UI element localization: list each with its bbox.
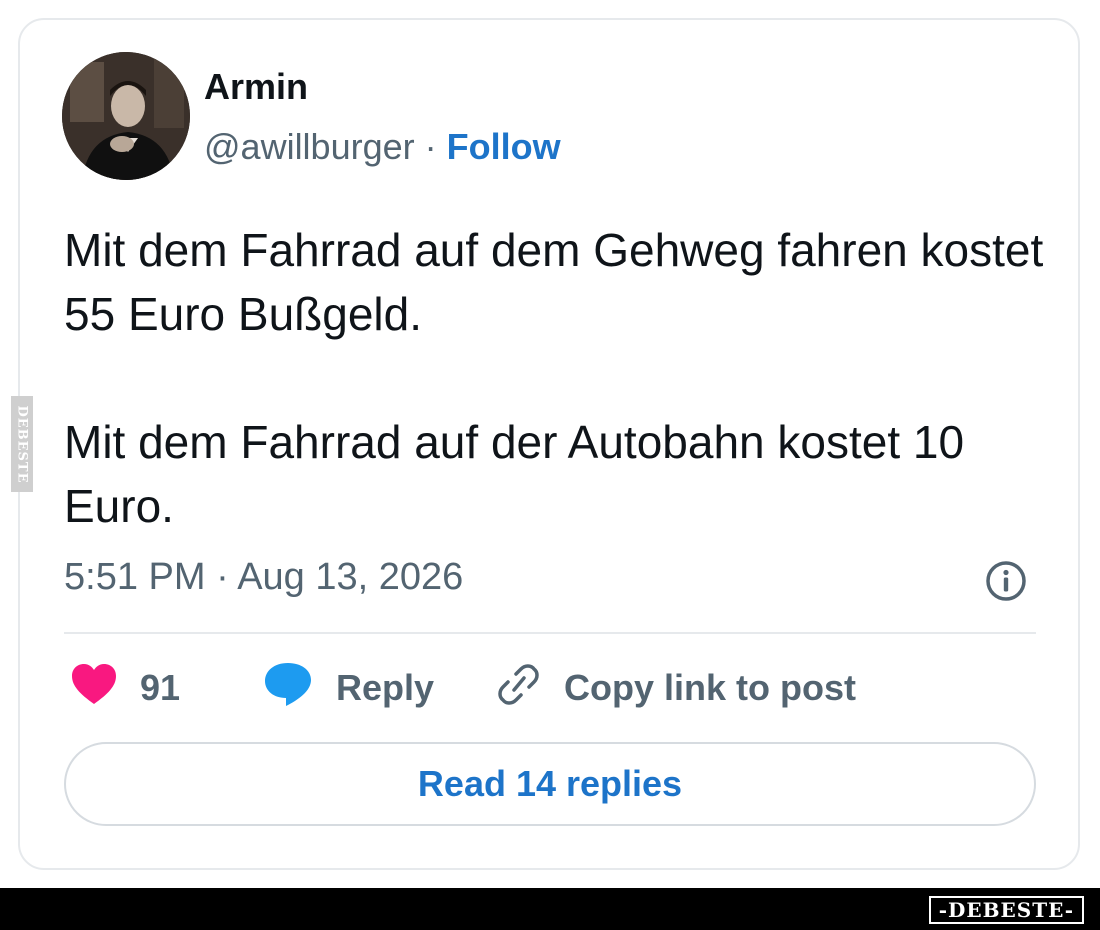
like-button[interactable]: 91 (70, 660, 180, 716)
read-replies-button[interactable]: Read 14 replies (64, 742, 1036, 826)
like-count: 91 (140, 667, 181, 708)
divider (64, 632, 1036, 634)
read-replies-label: Read 14 replies (417, 763, 683, 804)
handle-separator: · (424, 126, 437, 167)
tweet-paragraph: Mit dem Fahrrad auf dem Gehweg fahren ko… (64, 224, 1044, 340)
reply-button[interactable]: Reply (262, 660, 434, 716)
tweet-text: Mit dem Fahrrad auf dem Gehweg fahren ko… (64, 218, 1054, 538)
follow-button[interactable]: Follow (447, 126, 561, 167)
side-watermark-text: DEBESTE (14, 404, 30, 484)
side-watermark: DEBESTE (11, 396, 33, 492)
author-name[interactable]: Armin (204, 66, 308, 108)
author-handle[interactable]: @awillburger (204, 126, 415, 167)
reply-label: Reply (336, 667, 435, 708)
heart-icon (70, 662, 118, 715)
avatar[interactable] (62, 52, 190, 180)
tweet-timestamp[interactable]: 5:51 PM · Aug 13, 2026 (64, 556, 463, 599)
footer-bar: -DEBESTE- (0, 888, 1100, 930)
footer-logo: -DEBESTE- (928, 896, 1084, 924)
tweet-paragraph: Mit dem Fahrrad auf der Autobahn kostet … (64, 416, 965, 532)
copy-link-label: Copy link to post (564, 667, 856, 708)
speech-bubble-icon (262, 660, 314, 717)
footer-logo-text: -DEBESTE- (938, 898, 1074, 922)
author-handle-row: @awillburger · Follow (204, 126, 561, 168)
copy-link-button[interactable]: Copy link to post (494, 660, 856, 716)
avatar-photo (62, 52, 190, 180)
link-icon (494, 660, 542, 717)
info-icon[interactable] (984, 559, 1028, 603)
